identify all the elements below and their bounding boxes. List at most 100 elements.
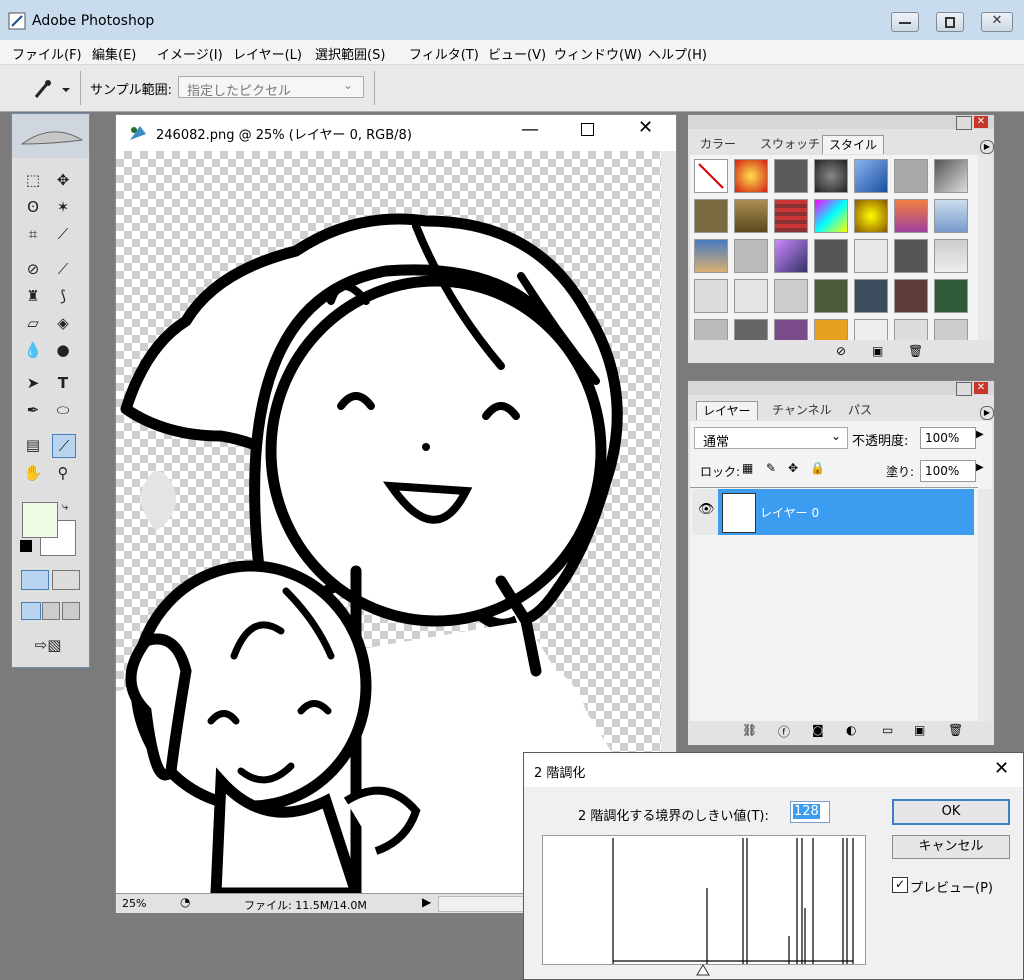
palette-menu-icon[interactable]: ▶ <box>980 140 994 154</box>
style-swatch[interactable] <box>934 239 968 273</box>
tab-styles[interactable]: スタイル <box>822 135 885 154</box>
palette-close-icon[interactable]: ✕ <box>974 382 988 394</box>
style-swatch[interactable] <box>774 159 808 193</box>
style-swatch[interactable] <box>934 279 968 313</box>
close-button[interactable]: ✕ <box>981 12 1013 32</box>
style-swatch[interactable] <box>774 239 808 273</box>
style-swatch[interactable] <box>894 199 928 233</box>
style-swatch[interactable] <box>934 199 968 233</box>
path-select-icon[interactable]: ➤ <box>22 372 44 394</box>
slice-tool-icon[interactable]: ⟋ <box>52 223 74 245</box>
threshold-input[interactable]: 128 <box>790 801 830 823</box>
doc-close-button[interactable]: ✕ <box>638 117 653 138</box>
fill-arrow-icon[interactable]: ▶ <box>976 462 984 473</box>
layer-visibility-toggle[interactable]: 👁 <box>692 489 718 535</box>
style-swatch[interactable] <box>774 199 808 233</box>
move-tool-icon[interactable]: ✥ <box>52 169 74 191</box>
dialog-close-icon[interactable]: ✕ <box>994 758 1009 779</box>
eraser-tool-icon[interactable]: ▱ <box>22 312 44 334</box>
style-swatch[interactable] <box>854 319 888 340</box>
layer-style-icon[interactable]: ⓕ <box>778 723 790 740</box>
style-swatch[interactable] <box>734 159 768 193</box>
healing-brush-icon[interactable]: ⊘ <box>22 258 44 280</box>
layer-mask-icon[interactable]: ◙ <box>812 723 824 737</box>
opacity-arrow-icon[interactable]: ▶ <box>976 429 984 440</box>
layers-scrollbar[interactable] <box>978 489 992 739</box>
tab-layers[interactable]: レイヤー <box>696 401 758 420</box>
lock-position-icon[interactable]: ✥ <box>788 461 798 475</box>
screen-mode-full-button[interactable] <box>62 602 80 620</box>
tab-channels[interactable]: チャンネル <box>766 401 838 419</box>
style-swatch[interactable] <box>894 279 928 313</box>
marquee-tool-icon[interactable]: ⬚ <box>22 169 44 191</box>
lock-all-icon[interactable]: 🔒 <box>810 461 825 475</box>
style-swatch[interactable] <box>854 279 888 313</box>
blur-tool-icon[interactable]: 💧 <box>22 339 44 361</box>
style-swatch[interactable] <box>854 239 888 273</box>
swap-colors-icon[interactable]: ⤷ <box>62 500 68 514</box>
menu-select[interactable]: 選択範囲(S) <box>315 44 385 63</box>
zoom-level[interactable]: 25% <box>122 897 146 910</box>
hand-tool-icon[interactable]: ✋ <box>22 462 44 484</box>
brush-tool-icon[interactable]: ⟋ <box>52 258 74 280</box>
paint-bucket-icon[interactable]: ◈ <box>52 312 74 334</box>
style-swatch[interactable] <box>734 239 768 273</box>
palette-close-icon[interactable]: ✕ <box>974 116 988 128</box>
palette-menu-icon[interactable]: ▶ <box>980 406 994 420</box>
style-swatch[interactable] <box>854 159 888 193</box>
threshold-slider-icon[interactable] <box>696 964 710 976</box>
style-swatch[interactable] <box>734 199 768 233</box>
sample-size-select[interactable]: 指定したピクセル ⌄ <box>178 76 364 99</box>
style-swatch[interactable] <box>814 159 848 193</box>
style-swatch[interactable] <box>894 159 928 193</box>
delete-layer-icon[interactable]: 🗑 <box>948 723 963 737</box>
style-swatch[interactable] <box>694 279 728 313</box>
style-swatch[interactable] <box>734 319 768 340</box>
eyedropper-tool-icon[interactable]: ⟋ <box>52 434 76 458</box>
menu-help[interactable]: ヘルプ(H) <box>648 44 707 63</box>
tab-swatches[interactable]: スウォッチ <box>754 135 826 153</box>
style-swatch[interactable] <box>854 199 888 233</box>
menu-window[interactable]: ウィンドウ(W) <box>554 44 642 63</box>
style-swatch[interactable] <box>894 239 928 273</box>
cancel-button[interactable]: キャンセル <box>892 835 1010 859</box>
doc-maximize-button[interactable] <box>581 123 594 136</box>
lock-transparency-icon[interactable]: ▦ <box>742 461 753 475</box>
magic-wand-icon[interactable]: ✶ <box>52 196 74 218</box>
restore-button[interactable] <box>936 12 964 32</box>
tab-paths[interactable]: パス <box>842 401 878 419</box>
type-tool-icon[interactable]: T <box>52 372 74 394</box>
style-swatch[interactable] <box>734 279 768 313</box>
style-swatch[interactable] <box>694 199 728 233</box>
style-swatch[interactable] <box>774 279 808 313</box>
crop-tool-icon[interactable]: ⌗ <box>22 223 44 245</box>
lasso-tool-icon[interactable]: ʘ <box>22 196 44 218</box>
fill-input[interactable]: 100% <box>920 460 976 482</box>
pen-tool-icon[interactable]: ✒ <box>22 399 44 421</box>
lock-brush-icon[interactable]: ✎ <box>766 461 776 475</box>
ellipse-tool-icon[interactable]: ⬭ <box>52 399 74 421</box>
history-brush-icon[interactable]: ⟆ <box>52 285 74 307</box>
style-swatch[interactable] <box>814 239 848 273</box>
doc-minimize-button[interactable]: — <box>521 119 539 140</box>
menu-view[interactable]: ビュー(V) <box>488 44 546 63</box>
style-swatch[interactable] <box>814 199 848 233</box>
menu-edit[interactable]: 編集(E) <box>92 44 136 63</box>
palette-minimize-icon[interactable] <box>956 116 972 130</box>
style-swatch[interactable] <box>694 239 728 273</box>
style-none[interactable] <box>694 159 728 193</box>
style-swatch[interactable] <box>934 319 968 340</box>
style-swatch[interactable] <box>814 319 848 340</box>
new-group-icon[interactable]: ▭ <box>882 723 893 737</box>
layer-row[interactable]: レイヤー 0 <box>718 489 974 535</box>
adjustment-layer-icon[interactable]: ◐ <box>846 723 856 737</box>
dodge-tool-icon[interactable]: ● <box>52 339 74 361</box>
styles-scrollbar[interactable] <box>978 155 992 340</box>
clone-stamp-icon[interactable]: ♜ <box>22 285 44 307</box>
quick-mask-button[interactable] <box>52 570 80 590</box>
zoom-tool-icon[interactable]: ⚲ <box>52 462 74 484</box>
style-swatch[interactable] <box>774 319 808 340</box>
delete-style-icon[interactable]: 🗑 <box>908 344 923 358</box>
notes-tool-icon[interactable]: ▤ <box>22 434 44 456</box>
style-swatch[interactable] <box>694 319 728 340</box>
